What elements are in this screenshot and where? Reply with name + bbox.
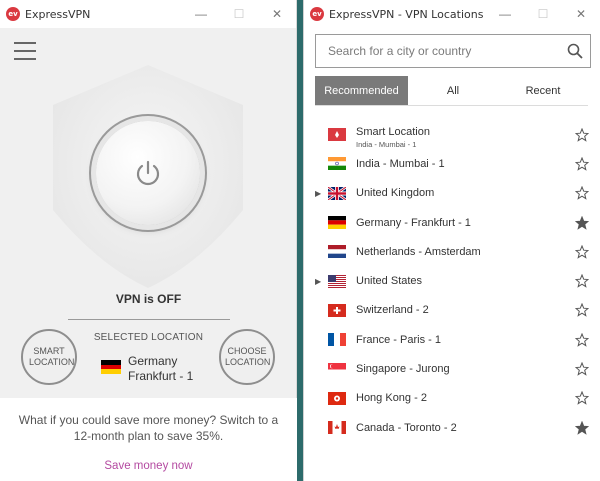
location-list: Smart Location India - Mumbai - 1 India - … xyxy=(304,120,600,442)
location-row[interactable]: Canada - Toronto - 2 xyxy=(304,413,600,442)
location-name: Netherlands - Amsterdam xyxy=(356,245,481,258)
star-outline-icon[interactable] xyxy=(574,390,590,406)
location-row[interactable]: Singapore - Jurong xyxy=(304,354,600,383)
location-search-box xyxy=(315,34,591,68)
usa-flag-icon xyxy=(328,274,346,288)
star-filled-icon[interactable] xyxy=(574,215,590,230)
locations-titlebar: ev ExpressVPN - VPN Locations — ☐ ✕ xyxy=(304,0,600,28)
location-row[interactable]: Hong Kong - 2 xyxy=(304,384,600,413)
power-icon xyxy=(136,160,160,186)
star-outline-icon[interactable] xyxy=(574,127,590,142)
location-name: France - Paris - 1 xyxy=(356,333,441,346)
close-button[interactable]: ✕ xyxy=(258,0,296,28)
location-subtitle: India - Mumbai - 1 xyxy=(356,140,417,149)
location-row[interactable]: India - Mumbai - 1 xyxy=(304,149,600,178)
location-name: India - Mumbai - 1 xyxy=(356,157,445,170)
location-tabs: Recommended All Recent xyxy=(315,76,588,106)
location-name: United Kingdom xyxy=(356,187,435,200)
vpn-status-text: VPN is OFF xyxy=(115,292,182,306)
location-name: Germany - Frankfurt - 1 xyxy=(356,216,471,229)
selected-city: Frankfurt - 1 xyxy=(128,369,194,383)
smart-location-button[interactable]: SMART LOCATION xyxy=(21,329,77,385)
uk-flag-icon xyxy=(328,186,346,200)
star-outline-icon[interactable] xyxy=(574,273,590,288)
tab-all[interactable]: All xyxy=(408,76,498,105)
main-window: ev ExpressVPN — ☐ ✕ VPN is OFF SELECTED … xyxy=(0,0,297,481)
star-filled-icon[interactable] xyxy=(574,420,590,435)
promo-panel: What if you could save more money? Switc… xyxy=(0,398,297,481)
tab-recent[interactable]: Recent xyxy=(498,76,588,105)
location-name: Canada - Toronto - 2 xyxy=(356,421,457,434)
location-name: Hong Kong - 2 xyxy=(356,392,427,405)
choose-location-label: CHOOSE LOCATION xyxy=(225,346,271,367)
canada-flag-icon xyxy=(328,421,346,435)
netherlands-flag-icon xyxy=(328,245,346,259)
location-row[interactable]: ▶ United Kingdom xyxy=(304,179,600,208)
expressvpn-logo-icon: ev xyxy=(310,7,324,21)
status-divider xyxy=(68,319,230,320)
location-row[interactable]: Smart Location India - Mumbai - 1 xyxy=(304,120,600,149)
singapore-flag-icon xyxy=(328,362,346,376)
star-outline-icon[interactable] xyxy=(574,244,590,259)
locations-window-title: ExpressVPN - VPN Locations xyxy=(329,7,484,21)
star-outline-icon[interactable] xyxy=(574,361,590,376)
selected-country: Germany xyxy=(128,354,178,368)
hongkong-flag-icon xyxy=(328,391,346,405)
search-icon[interactable] xyxy=(560,43,590,59)
switzerland-flag-icon xyxy=(328,303,346,317)
location-row[interactable]: Germany - Frankfurt - 1 xyxy=(304,208,600,237)
india-flag-icon xyxy=(328,157,346,171)
close-button[interactable]: ✕ xyxy=(562,0,600,28)
location-row[interactable]: Switzerland - 2 xyxy=(304,296,600,325)
expressvpn-logo-icon: ev xyxy=(6,7,20,21)
hamburger-menu-icon[interactable] xyxy=(14,42,36,60)
location-name: Singapore - Jurong xyxy=(356,363,450,376)
window-title: ExpressVPN xyxy=(25,7,91,21)
smart-flag-icon xyxy=(328,128,346,142)
promo-text: What if you could save more money? Switc… xyxy=(18,413,279,443)
main-titlebar: ev ExpressVPN — ☐ ✕ xyxy=(0,0,296,28)
star-outline-icon[interactable] xyxy=(574,332,590,347)
expand-arrow-icon[interactable]: ▶ xyxy=(315,277,321,286)
star-outline-icon[interactable] xyxy=(574,156,590,171)
location-name: United States xyxy=(356,275,423,288)
minimize-button[interactable]: — xyxy=(486,0,524,28)
maximize-button[interactable]: ☐ xyxy=(524,0,562,28)
location-row[interactable]: Netherlands - Amsterdam xyxy=(304,237,600,266)
location-search-input[interactable] xyxy=(328,36,560,66)
locations-window: ev ExpressVPN - VPN Locations — ☐ ✕ Reco… xyxy=(303,0,600,481)
connect-power-button[interactable] xyxy=(96,121,200,225)
germany-flag-icon xyxy=(101,360,121,375)
save-money-link[interactable]: Save money now xyxy=(0,460,297,472)
choose-location-button[interactable]: CHOOSE LOCATION xyxy=(219,329,275,385)
expand-arrow-icon[interactable]: ▶ xyxy=(315,189,321,198)
location-name: Switzerland - 2 xyxy=(356,304,429,317)
location-row[interactable]: ▶ United States xyxy=(304,266,600,295)
star-outline-icon[interactable] xyxy=(574,303,590,318)
smart-location-label: SMART LOCATION xyxy=(29,346,75,367)
location-row[interactable]: France - Paris - 1 xyxy=(304,325,600,354)
maximize-button[interactable]: ☐ xyxy=(220,0,258,28)
france-flag-icon xyxy=(328,333,346,347)
minimize-button[interactable]: — xyxy=(182,0,220,28)
tab-recommended[interactable]: Recommended xyxy=(315,76,408,105)
germany-flag-icon xyxy=(328,216,346,230)
star-outline-icon[interactable] xyxy=(574,185,590,200)
location-name: Smart Location xyxy=(356,126,430,138)
